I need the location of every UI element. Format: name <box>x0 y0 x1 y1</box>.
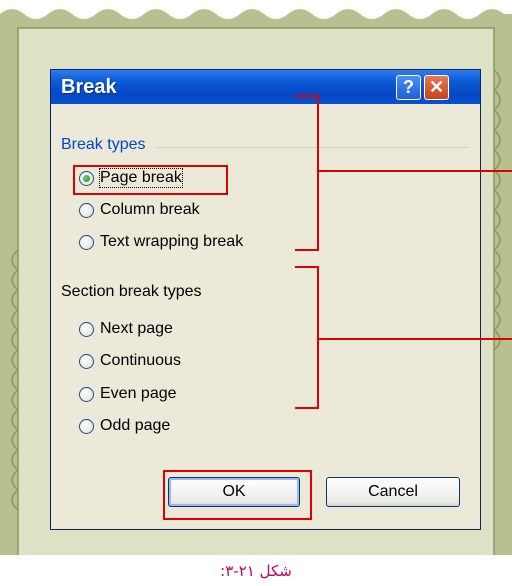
radio-even-page[interactable]: Even page <box>79 382 177 406</box>
even-page-label: Even page <box>100 385 177 402</box>
break-types-divider <box>157 147 469 148</box>
title-bar[interactable]: Break ? ✕ <box>51 70 480 104</box>
section-break-types-label: Section break types <box>61 283 202 300</box>
break-dialog: Break ? ✕ Break types Page break Column … <box>50 69 481 530</box>
odd-page-label: Odd page <box>100 417 171 434</box>
figure-caption: شکل ۲۱-۳: <box>220 562 292 580</box>
annotation-box-ok-button <box>163 470 312 520</box>
radio-odd-page[interactable]: Odd page <box>79 414 170 438</box>
radio-button[interactable] <box>79 234 94 250</box>
radio-button[interactable] <box>79 353 94 369</box>
radio-continuous[interactable]: Continuous <box>79 349 181 373</box>
radio-text-wrapping-break[interactable]: Text wrapping break <box>79 230 243 254</box>
radio-button[interactable] <box>79 202 94 218</box>
dialog-title: Break <box>61 76 117 98</box>
close-button[interactable]: ✕ <box>424 75 449 100</box>
help-button[interactable]: ? <box>396 75 421 100</box>
radio-button[interactable] <box>79 321 94 337</box>
radio-button[interactable] <box>79 386 94 402</box>
annotation-bracket <box>295 249 319 251</box>
annotation-bracket <box>295 266 319 268</box>
annotation-pointer-line <box>319 338 512 340</box>
continuous-label: Continuous <box>100 352 181 369</box>
annotation-box-page-break <box>73 165 228 195</box>
annotation-pointer-line <box>319 170 512 172</box>
annotation-bracket <box>295 407 319 409</box>
column-break-label: Column break <box>100 201 200 218</box>
annotation-bracket <box>317 95 319 251</box>
text-wrapping-break-label: Text wrapping break <box>100 233 244 250</box>
radio-next-page[interactable]: Next page <box>79 317 173 341</box>
radio-column-break[interactable]: Column break <box>79 198 200 222</box>
next-page-label: Next page <box>100 320 173 337</box>
radio-button[interactable] <box>79 418 94 434</box>
annotation-bracket <box>295 95 319 97</box>
break-types-label: Break types <box>61 136 146 153</box>
cancel-button[interactable]: Cancel <box>326 477 460 507</box>
